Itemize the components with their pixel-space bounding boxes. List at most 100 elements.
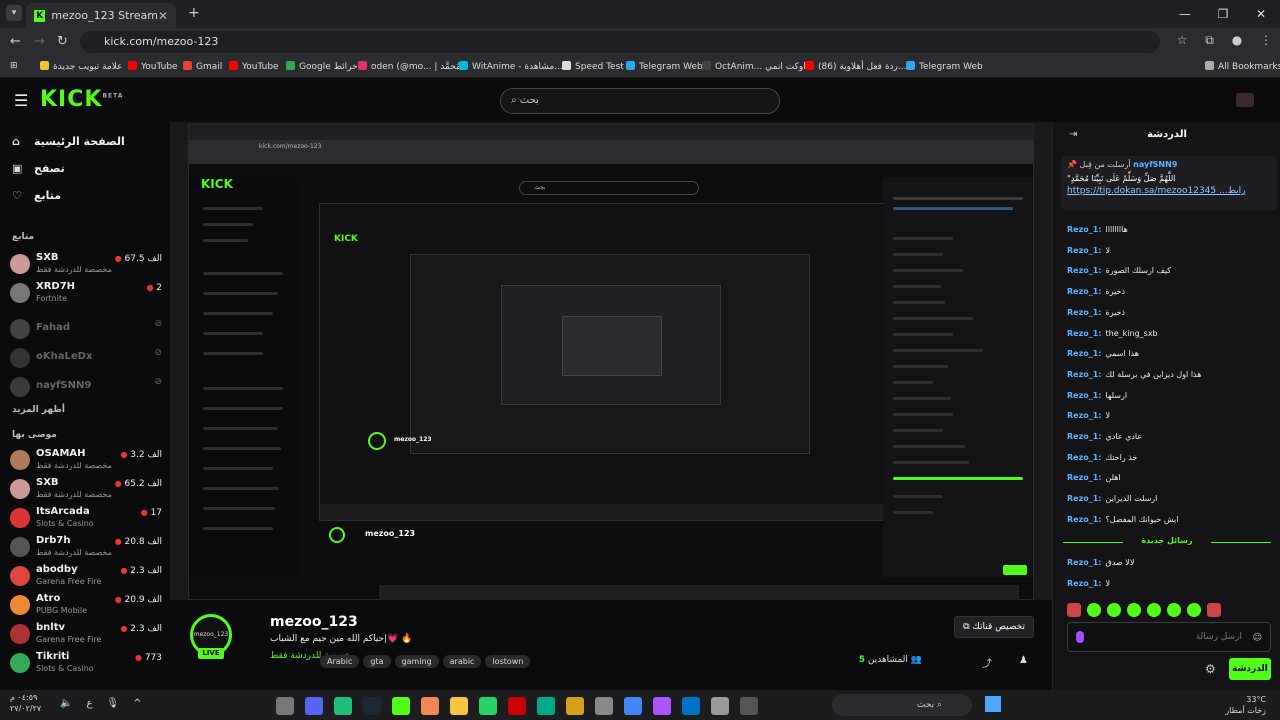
chat-settings-icon[interactable]: ⚙ bbox=[1205, 662, 1216, 676]
extensions-icon[interactable]: ⧉ bbox=[1205, 33, 1214, 47]
chrome-icon[interactable] bbox=[624, 696, 642, 715]
emote-icon[interactable] bbox=[1087, 603, 1101, 617]
chrome-kick-icon[interactable] bbox=[392, 696, 410, 715]
emote-icon[interactable] bbox=[1147, 603, 1161, 617]
chat-username[interactable]: Rezo_1: bbox=[1067, 329, 1102, 338]
bookmark-item[interactable]: Speed Test bbox=[562, 61, 624, 72]
recommended-channel[interactable]: ItsArcada Slots & Casino ● 17 bbox=[10, 506, 162, 532]
app-icon[interactable] bbox=[740, 696, 758, 715]
pinned-link[interactable]: https://tip.dokan.sa/mezoo12345 ...رابط bbox=[1067, 186, 1271, 196]
tag[interactable]: arabic bbox=[442, 655, 482, 668]
file-explorer-icon[interactable] bbox=[450, 696, 468, 715]
chat-username[interactable]: Rezo_1: bbox=[1067, 579, 1102, 588]
chat-username[interactable]: Rezo_1: bbox=[1067, 266, 1102, 275]
nav-following[interactable]: ♡ متابع bbox=[12, 189, 61, 202]
back-arrow-icon[interactable]: ← bbox=[10, 34, 21, 49]
windows-start-icon[interactable] bbox=[985, 696, 1001, 712]
bookmark-item[interactable]: YouTube bbox=[229, 61, 279, 72]
apps-icon[interactable]: ⊞ bbox=[10, 61, 18, 71]
app-icon[interactable] bbox=[653, 696, 671, 715]
settings-icon[interactable] bbox=[276, 696, 294, 715]
bookmark-item[interactable]: Telegram Web bbox=[906, 61, 983, 72]
emote-icon[interactable] bbox=[1067, 603, 1081, 617]
chevron-up-icon[interactable]: ^ bbox=[133, 698, 141, 709]
emote-icon[interactable] bbox=[1167, 603, 1181, 617]
app-icon[interactable] bbox=[711, 696, 729, 715]
edge-icon[interactable] bbox=[537, 696, 555, 715]
chat-username[interactable]: Rezo_1: bbox=[1067, 246, 1102, 255]
bookmark-item[interactable]: YouTube bbox=[128, 61, 178, 72]
new-tab-button[interactable]: + bbox=[188, 5, 200, 21]
chat-input[interactable]: ارسل رسالة ☺ bbox=[1067, 622, 1271, 652]
following-channel[interactable]: SXB مخصصة للدردشة فقط ● 67.5 الف bbox=[10, 252, 162, 278]
volume-icon[interactable]: 🔈 bbox=[60, 698, 72, 709]
taskbar-search[interactable]: بحث ⌕ bbox=[832, 694, 972, 716]
close-window-button[interactable]: ✕ bbox=[1242, 0, 1280, 28]
outlook-icon[interactable] bbox=[682, 696, 700, 715]
chat-username[interactable]: Rezo_1: bbox=[1067, 558, 1102, 567]
following-channel[interactable]: nayfSNN9 ⊘ bbox=[10, 375, 162, 401]
nav-browse[interactable]: ▣ تصفح bbox=[12, 162, 65, 175]
share-icon[interactable]: ⤴ bbox=[982, 655, 992, 670]
chat-username[interactable]: Rezo_1: bbox=[1067, 349, 1102, 358]
clock[interactable]: ٠٤:٥٩ م ٢٧/٠٢/٢٧ bbox=[10, 692, 41, 714]
bookmark-item[interactable]: Gmail bbox=[183, 61, 222, 72]
language-indicator[interactable]: ع bbox=[86, 698, 92, 709]
chat-username[interactable]: Rezo_1: bbox=[1067, 225, 1102, 234]
kick-logo[interactable]: KICKBETA bbox=[40, 87, 123, 112]
browser-tab[interactable]: K mezoo_123 Stream - Watch Live ✕ bbox=[26, 3, 176, 28]
menu-icon[interactable]: ⋮ bbox=[1260, 33, 1272, 47]
stream-video-player[interactable]: kick.com/mezoo-123 KICK بحث KICK mezoo_1… bbox=[170, 122, 1052, 600]
chat-username[interactable]: Rezo_1: bbox=[1067, 453, 1102, 462]
search-input[interactable]: ⌕ بحث bbox=[500, 88, 780, 114]
emote-icon[interactable] bbox=[1127, 603, 1141, 617]
emote-icon[interactable] bbox=[1207, 603, 1221, 617]
discord-icon[interactable] bbox=[305, 696, 323, 715]
recommended-channel[interactable]: SXB مخصصة للدردشة فقط ● 65.2 الف bbox=[10, 477, 162, 503]
forward-arrow-icon[interactable]: → bbox=[34, 34, 45, 49]
bookmark-item[interactable]: WitAnime - مشاهدة... bbox=[459, 61, 563, 72]
streamer-name[interactable]: mezoo_123 bbox=[270, 614, 358, 630]
recommended-channel[interactable]: Atro PUBG Mobile ● 20.9 الف bbox=[10, 593, 162, 619]
chat-username[interactable]: Rezo_1: bbox=[1067, 473, 1102, 482]
emote-icon[interactable] bbox=[1107, 603, 1121, 617]
chat-username[interactable]: Rezo_1: bbox=[1067, 370, 1102, 379]
bookmark-item[interactable]: علامة تبويب جديدة bbox=[40, 61, 123, 72]
maximize-button[interactable]: ❐ bbox=[1204, 0, 1242, 28]
app-icon[interactable] bbox=[334, 696, 352, 715]
bookmark-item[interactable]: Telegram Web bbox=[626, 61, 703, 72]
following-channel[interactable]: oKhaLeDx ⊘ bbox=[10, 346, 162, 372]
user-avatar[interactable] bbox=[1236, 93, 1254, 107]
address-bar[interactable]: kick.com/mezoo-123 bbox=[80, 31, 1160, 53]
chat-username[interactable]: Rezo_1: bbox=[1067, 287, 1102, 296]
bookmark-item[interactable]: OctAnim... اوكت انمي bbox=[702, 61, 806, 72]
steam-icon[interactable] bbox=[363, 696, 381, 715]
following-channel[interactable]: Fahad ⊘ bbox=[10, 317, 162, 343]
chat-username[interactable]: Rezo_1: bbox=[1067, 432, 1102, 441]
show-more-link[interactable]: أظهر المزيد bbox=[12, 405, 65, 415]
chat-username[interactable]: Rezo_1: bbox=[1067, 494, 1102, 503]
bookmark-item[interactable]: (86) ردة فعل أهلاوية... bbox=[805, 61, 906, 72]
mic-icon[interactable] bbox=[1076, 631, 1084, 643]
all-bookmarks[interactable]: All Bookmarks bbox=[1205, 61, 1280, 72]
emoji-icon[interactable]: ☺ bbox=[1253, 624, 1262, 652]
mic-icon[interactable]: 🎙 bbox=[106, 698, 119, 709]
recommended-channel[interactable]: abodby Garena Free Fire ● 2.3 الف bbox=[10, 564, 162, 590]
chat-username[interactable]: Rezo_1: bbox=[1067, 515, 1102, 524]
bookmark-item[interactable]: Google خرائط bbox=[286, 61, 358, 72]
whatsapp-icon[interactable] bbox=[479, 696, 497, 715]
reload-icon[interactable]: ↻ bbox=[57, 34, 68, 49]
chat-username[interactable]: Rezo_1: bbox=[1067, 411, 1102, 420]
chat-username[interactable]: Rezo_1: bbox=[1067, 391, 1102, 400]
tag[interactable]: lostown bbox=[485, 655, 531, 668]
profile-icon[interactable]: ● bbox=[1232, 33, 1242, 47]
pinned-message[interactable]: 📌 أرسلت من قِبل nayfSNN9 "اللَّهُمَّ صَل… bbox=[1061, 156, 1277, 210]
tag[interactable]: gta bbox=[363, 655, 391, 668]
recommended-channel[interactable]: Drb7h مخصصة للدردشة فقط ● 20.8 الف bbox=[10, 535, 162, 561]
app-icon[interactable] bbox=[595, 696, 613, 715]
app-icon[interactable] bbox=[566, 696, 584, 715]
customize-channel-button[interactable]: ⧉ تخصيص قناتك bbox=[954, 616, 1034, 638]
recommended-channel[interactable]: bnltv Garena Free Fire ● 2.3 الف bbox=[10, 622, 162, 648]
nav-home[interactable]: ⌂ الصفحة الرئيسية bbox=[12, 135, 125, 148]
recommended-channel[interactable]: OSAMAH مخصصة للدردشة فقط ● 3.2 الف bbox=[10, 448, 162, 474]
